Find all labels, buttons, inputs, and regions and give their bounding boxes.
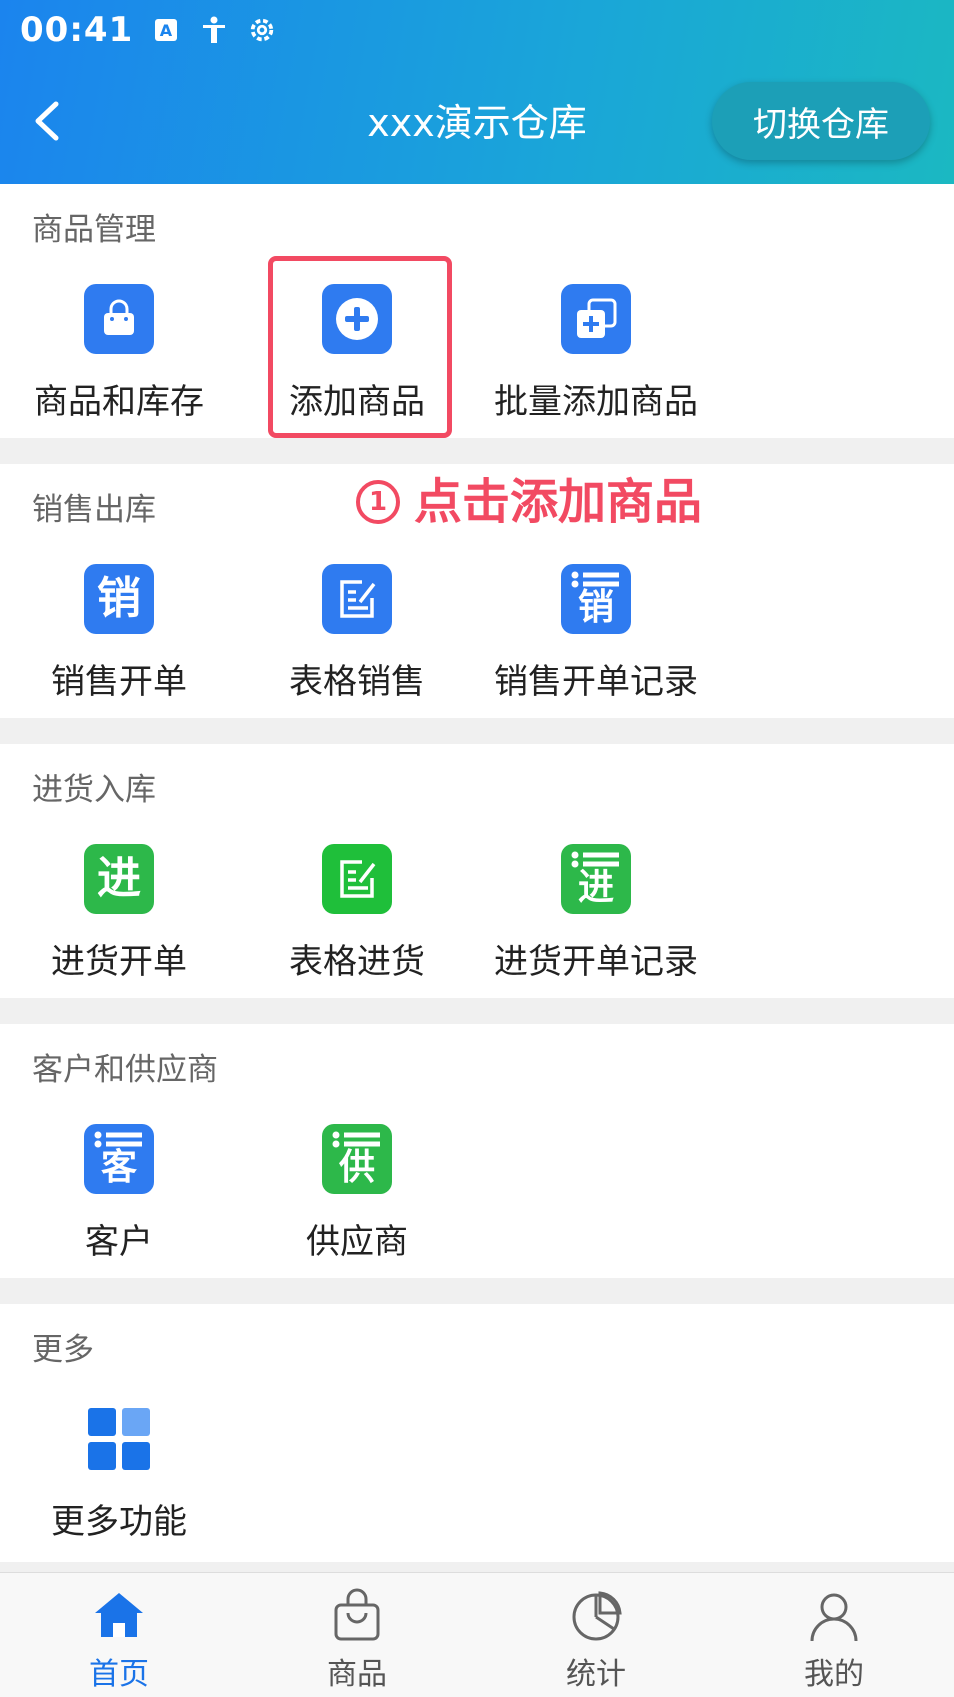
tab-label: 统计 bbox=[566, 1657, 626, 1692]
purchase-list-icon: 进 bbox=[561, 844, 631, 914]
icon-glyph: 销 bbox=[97, 573, 141, 624]
section-title: 商品管理 bbox=[32, 212, 156, 248]
item-label: 商品和库存 bbox=[34, 382, 204, 422]
purchase-icon: 进 bbox=[84, 844, 154, 914]
accessibility-icon bbox=[199, 15, 229, 45]
item-label: 销售开单 bbox=[51, 662, 187, 702]
item-label: 客户 bbox=[85, 1222, 153, 1262]
item-label: 更多功能 bbox=[51, 1502, 187, 1542]
app-header: 00:41 A xxx演示仓库 切换仓库 bbox=[0, 0, 954, 184]
home-icon bbox=[89, 1585, 149, 1645]
sales-order-button[interactable]: 销 销售开单 bbox=[0, 544, 238, 702]
section-title: 更多 bbox=[32, 1332, 94, 1368]
purchase-record-button[interactable]: 进 进货开单记录 bbox=[477, 824, 715, 982]
icon-glyph: 进 bbox=[577, 867, 614, 908]
sale-list-icon: 销 bbox=[561, 564, 631, 634]
table-sales-button[interactable]: 表格销售 bbox=[238, 544, 476, 702]
switch-warehouse-button[interactable]: 切换仓库 bbox=[712, 82, 930, 160]
customer-list-icon: 客 bbox=[84, 1124, 154, 1194]
icon-glyph: 客 bbox=[100, 1147, 137, 1188]
annotation-label: 点击添加商品 bbox=[414, 474, 703, 530]
batch-add-icon bbox=[561, 284, 631, 354]
bag-icon bbox=[327, 1585, 387, 1645]
supplier-list-icon: 供 bbox=[322, 1124, 392, 1194]
tab-goods[interactable]: 商品 bbox=[238, 1573, 476, 1697]
shopping-bag-icon bbox=[84, 284, 154, 354]
icon-glyph: 供 bbox=[338, 1147, 375, 1188]
purchase-order-button[interactable]: 进 进货开单 bbox=[0, 824, 238, 982]
tab-label: 商品 bbox=[327, 1657, 387, 1692]
edit-form-icon bbox=[322, 844, 392, 914]
edit-form-icon bbox=[322, 564, 392, 634]
highlight-box bbox=[268, 256, 452, 438]
tab-label: 首页 bbox=[89, 1657, 149, 1692]
tab-statistics[interactable]: 统计 bbox=[477, 1573, 715, 1697]
icon-glyph: 进 bbox=[97, 853, 141, 904]
svg-text:A: A bbox=[160, 21, 173, 40]
section-title: 客户和供应商 bbox=[32, 1052, 218, 1088]
icon-glyph: 销 bbox=[577, 587, 614, 628]
annotation-text: 1 点击添加商品 bbox=[356, 462, 702, 532]
bottom-tab-bar: 首页 商品 统计 我的 bbox=[0, 1572, 954, 1697]
item-label: 表格销售 bbox=[289, 662, 425, 702]
item-label: 批量添加商品 bbox=[494, 382, 698, 422]
batch-add-goods-button[interactable]: 批量添加商品 bbox=[477, 264, 715, 422]
item-label: 供应商 bbox=[306, 1222, 408, 1262]
more-functions-button[interactable]: 更多功能 bbox=[0, 1384, 238, 1542]
user-icon bbox=[804, 1585, 864, 1645]
section-purchase-inbound: 进货入库 进 进货开单 表格进货 进 进货开单记录 bbox=[0, 744, 954, 998]
status-bar: 00:41 A bbox=[20, 8, 277, 52]
pie-chart-icon bbox=[566, 1585, 626, 1645]
item-label: 进货开单记录 bbox=[494, 942, 698, 982]
section-more: 更多 更多功能 bbox=[0, 1304, 954, 1562]
annotation-number: 1 bbox=[356, 480, 400, 524]
customer-button[interactable]: 客 客户 bbox=[0, 1104, 238, 1262]
section-title: 销售出库 bbox=[32, 492, 156, 528]
item-label: 销售开单记录 bbox=[494, 662, 698, 702]
supplier-button[interactable]: 供 供应商 bbox=[238, 1104, 476, 1262]
sales-record-button[interactable]: 销 销售开单记录 bbox=[477, 544, 715, 702]
sale-icon: 销 bbox=[84, 564, 154, 634]
section-title: 进货入库 bbox=[32, 772, 156, 808]
item-label: 进货开单 bbox=[51, 942, 187, 982]
goods-inventory-button[interactable]: 商品和库存 bbox=[0, 264, 238, 422]
section-goods-management: 商品管理 商品和库存 添加商品 批量添加商品 bbox=[0, 184, 954, 438]
settings-gear-icon bbox=[247, 15, 277, 45]
status-time: 00:41 bbox=[20, 10, 134, 50]
grid-icon bbox=[84, 1404, 154, 1474]
item-label: 表格进货 bbox=[289, 942, 425, 982]
tab-home[interactable]: 首页 bbox=[0, 1573, 238, 1697]
table-purchase-button[interactable]: 表格进货 bbox=[238, 824, 476, 982]
tab-mine[interactable]: 我的 bbox=[715, 1573, 953, 1697]
text-a-icon: A bbox=[151, 15, 181, 45]
tab-label: 我的 bbox=[804, 1657, 864, 1692]
section-customers-suppliers: 客户和供应商 客 客户 供 供应商 bbox=[0, 1024, 954, 1278]
